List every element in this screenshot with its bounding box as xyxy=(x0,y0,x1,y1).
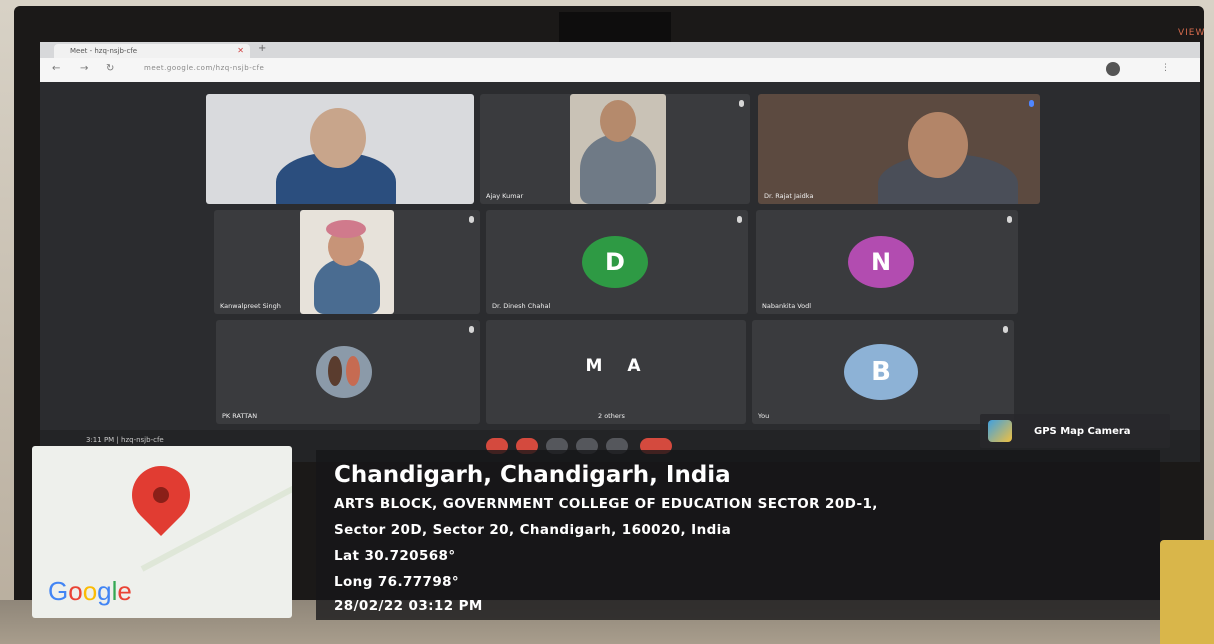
back-icon[interactable]: ← xyxy=(52,63,60,74)
mic-icon xyxy=(1007,216,1012,223)
menu-icon[interactable]: ⋮ xyxy=(1161,63,1170,73)
url-field[interactable]: meet.google.com/hzq-nsjb-cfe xyxy=(144,64,264,72)
reload-icon[interactable]: ↻ xyxy=(106,63,114,74)
browser-tab[interactable]: Meet - hzq-nsjb-cfe ✕ xyxy=(54,44,250,58)
participant-name: 2 others xyxy=(598,412,625,420)
participant-tile[interactable]: M A 2 others xyxy=(486,320,746,424)
participant-grid: Ajay Kumar Dr. Rajat Jaidka Kanwalpreet … xyxy=(206,94,1040,424)
participant-tile[interactable]: D Dr. Dinesh Chahal xyxy=(486,210,748,314)
mic-icon xyxy=(469,216,474,223)
participant-body xyxy=(314,258,380,314)
participant-name: Nabankita Vodl xyxy=(762,302,812,310)
map-pin-center xyxy=(149,483,173,507)
date-time: 28/02/22 03:12 PM xyxy=(334,598,483,614)
participant-video xyxy=(570,94,666,204)
participant-body xyxy=(580,134,656,204)
gps-camera-label: GPS Map Camera xyxy=(1034,426,1131,437)
participant-avatar: B xyxy=(844,344,918,400)
map-pin-icon xyxy=(119,453,203,537)
address-line-2: Sector 20D, Sector 20, Chandigarh, 16002… xyxy=(334,522,732,538)
participant-tile[interactable]: Dr. Rajat Jaidka xyxy=(758,94,1040,204)
participant-tile[interactable]: Ajay Kumar xyxy=(480,94,750,204)
tab-title: Meet - hzq-nsjb-cfe xyxy=(70,47,138,55)
close-tab-icon[interactable]: ✕ xyxy=(237,44,244,58)
participant-tile[interactable]: B You xyxy=(752,320,1014,424)
address-line-1: ARTS BLOCK, GOVERNMENT COLLEGE OF EDUCAT… xyxy=(334,496,878,512)
photo-person xyxy=(328,356,342,386)
address-bar-row: ← → ↻ meet.google.com/hzq-nsjb-cfe ⋮ xyxy=(40,58,1200,82)
participant-tile[interactable]: Kanwalpreet Singh xyxy=(214,210,480,314)
yellow-object xyxy=(1160,540,1214,644)
participant-name: Dr. Dinesh Chahal xyxy=(492,302,551,310)
participant-name: Ajay Kumar xyxy=(486,192,524,200)
participant-name: Kanwalpreet Singh xyxy=(220,302,281,310)
participant-avatar: A xyxy=(627,356,641,376)
participant-name: You xyxy=(758,412,770,420)
participant-tile[interactable] xyxy=(206,94,474,204)
new-tab-icon[interactable]: + xyxy=(258,43,266,54)
gps-camera-icon xyxy=(988,420,1012,442)
photo-person xyxy=(346,356,360,386)
forward-icon[interactable]: → xyxy=(80,63,88,74)
speaking-icon xyxy=(1029,100,1034,107)
profile-avatar[interactable] xyxy=(1106,62,1120,76)
longitude: Long 76.77798° xyxy=(334,574,460,590)
mic-icon xyxy=(469,326,474,333)
latitude: Lat 30.720568° xyxy=(334,548,456,564)
turban xyxy=(326,220,366,238)
google-logo: Google xyxy=(48,576,132,606)
map-thumbnail: Google xyxy=(32,446,292,618)
participant-tile[interactable]: PK RATTAN xyxy=(216,320,480,424)
monitor-screen: Meet - hzq-nsjb-cfe ✕ + ← → ↻ meet.googl… xyxy=(40,42,1200,462)
mic-icon xyxy=(739,100,744,107)
participant-avatar: N xyxy=(848,236,914,288)
location-title: Chandigarh, Chandigarh, India xyxy=(334,462,731,488)
participant-face xyxy=(310,108,366,168)
meeting-time-code: 3:11 PM | hzq-nsjb-cfe xyxy=(86,436,164,444)
monitor-brand: VIEW xyxy=(1178,28,1206,38)
participant-tile[interactable]: N Nabankita Vodl xyxy=(756,210,1018,314)
participant-name: PK RATTAN xyxy=(222,412,258,420)
participant-avatar: D xyxy=(582,236,648,288)
location-panel: Chandigarh, Chandigarh, India ARTS BLOCK… xyxy=(316,450,1160,620)
mic-icon xyxy=(737,216,742,223)
browser-tab-strip: Meet - hzq-nsjb-cfe ✕ + xyxy=(40,42,1200,58)
participant-face xyxy=(600,100,636,142)
gps-camera-badge: GPS Map Camera xyxy=(980,414,1170,448)
mic-icon xyxy=(1003,326,1008,333)
participant-face xyxy=(908,112,968,178)
participant-video xyxy=(300,210,394,314)
participant-photo xyxy=(316,346,372,398)
participant-name: Dr. Rajat Jaidka xyxy=(764,192,814,200)
